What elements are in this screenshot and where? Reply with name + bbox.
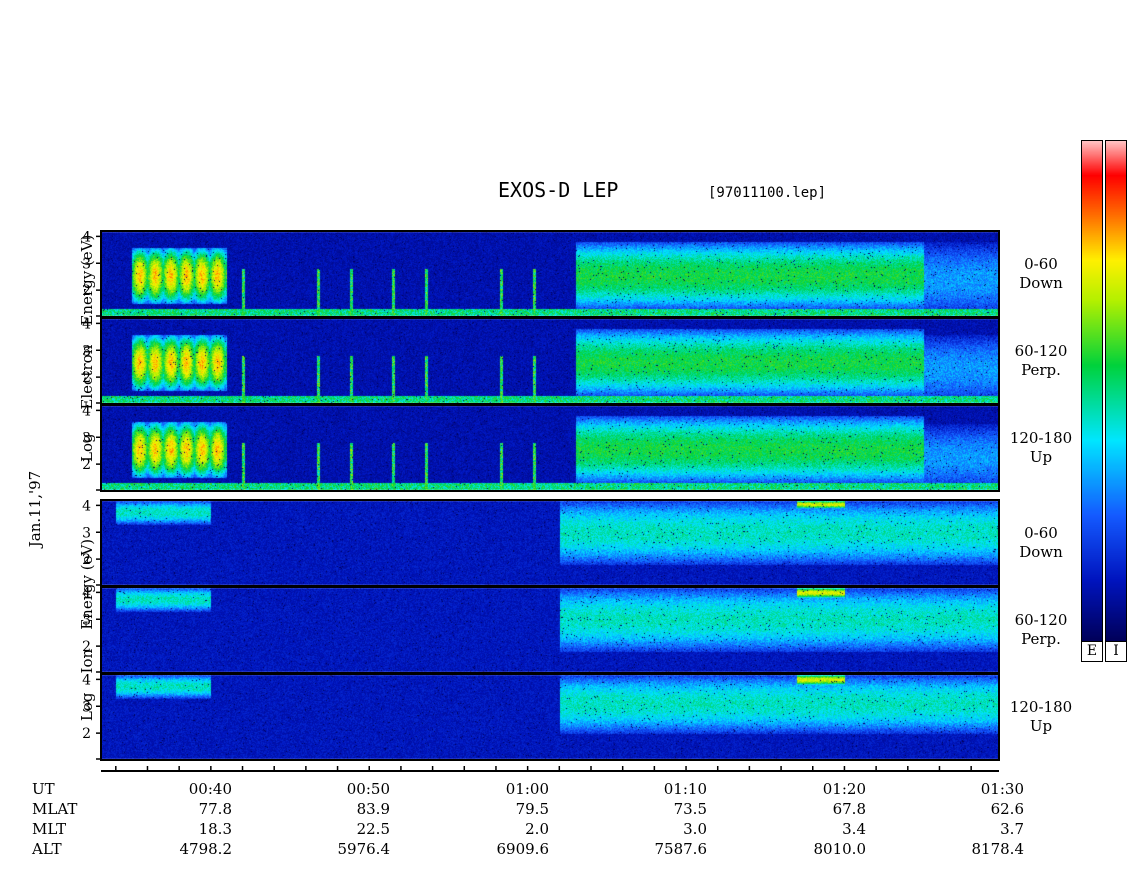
direction-label: Up [1029, 448, 1053, 466]
colorbar-label-i: I [1105, 641, 1127, 662]
ephemeris-ut-value: 01:00 [505, 780, 549, 798]
ephemeris-ut-value: 01:20 [822, 780, 866, 798]
ephemeris-mlt-value: 3.7 [1000, 820, 1024, 838]
panel-label-4: 0-60 Down [1006, 524, 1076, 562]
direction-label: Perp. [1021, 630, 1061, 648]
pitch-range-label: 0-60 [1024, 255, 1058, 273]
ephemeris-mlat-value: 67.8 [832, 800, 866, 818]
alt-row-header: ALT [32, 840, 62, 858]
electron-axis-word-3: Energy [78, 270, 96, 326]
ion-axis-word-4: (eV) [78, 538, 96, 571]
ephemeris-alt-value: 4798.2 [179, 840, 233, 858]
ephemeris-alt-value: 5976.4 [337, 840, 391, 858]
ut-row-header: UT [32, 780, 55, 798]
panel-frame [100, 404, 1000, 492]
panel-frame [100, 317, 1000, 405]
ephemeris-ut-value: 00:40 [188, 780, 232, 798]
ephemeris-mlt-value: 2.0 [525, 820, 549, 838]
ephemeris-alt-value: 8178.4 [971, 840, 1025, 858]
colorbar-label-e: E [1081, 641, 1103, 662]
ephemeris-alt-value: 6909.6 [496, 840, 550, 858]
ephemeris-mlt-value: 3.0 [683, 820, 707, 838]
ephemeris-ut-value: 00:50 [346, 780, 390, 798]
direction-label: Up [1029, 717, 1053, 735]
pitch-range-label: 60-120 [1014, 611, 1068, 629]
ephemeris-ut-value: 01:10 [663, 780, 707, 798]
y-tick-label: 4 [82, 498, 91, 514]
ephemeris-mlt-value: 22.5 [356, 820, 390, 838]
electron-axis-word-4: (eV) [78, 234, 96, 267]
mlt-row-header: MLT [32, 820, 67, 838]
panel-label-5: 60-120 Perp. [1006, 611, 1076, 649]
panel-label-6: 120-180 Up [1006, 698, 1076, 736]
ephemeris-mlat-value: 83.9 [356, 800, 390, 818]
panel-frame [100, 673, 1000, 761]
ephemeris-alt-value: 8010.0 [813, 840, 867, 858]
electron-axis-label: Log Electron Energy (eV) [78, 235, 96, 462]
date-label: Jan.11,'97 [26, 470, 44, 548]
ephemeris-mlat-value: 77.8 [198, 800, 232, 818]
ion-colorbar [1105, 140, 1127, 642]
ion-axis-word-3: Energy [78, 575, 96, 630]
panel-frame [100, 586, 1000, 674]
ephemeris-mlat-value: 73.5 [673, 800, 707, 818]
panel-label-1: 0-60 Down [1006, 255, 1076, 293]
direction-label: Perp. [1021, 361, 1061, 379]
ephemeris-mlat-value: 62.6 [990, 800, 1024, 818]
panel-frame [100, 230, 1000, 318]
ephemeris-alt-value: 7587.6 [654, 840, 708, 858]
spectrogram-axes: 234234234234234234 [82, 229, 1000, 772]
pitch-range-label: 60-120 [1014, 342, 1068, 360]
electron-axis-word-1: Log [78, 433, 96, 462]
pitch-range-label: 0-60 [1024, 524, 1058, 542]
panel-label-3: 120-180 Up [1006, 429, 1076, 467]
ephemeris-mlt-value: 18.3 [198, 820, 232, 838]
mlat-row-header: MLAT [32, 800, 78, 818]
ephemeris-mlt-value: 3.4 [842, 820, 866, 838]
ion-axis-label: Log Ion Energy (eV) [78, 535, 96, 725]
direction-label: Down [1019, 543, 1063, 561]
electron-colorbar [1081, 140, 1103, 642]
direction-label: Down [1019, 274, 1063, 292]
pitch-range-label: 120-180 [1009, 698, 1073, 716]
pitch-range-label: 120-180 [1009, 429, 1073, 447]
panel-label-2: 60-120 Perp. [1006, 342, 1076, 380]
y-tick-label: 2 [82, 726, 91, 742]
ion-axis-word-2: Ion [78, 648, 96, 674]
ephemeris-ut-value: 01:30 [980, 780, 1024, 798]
panel-frame [100, 499, 1000, 587]
ephemeris-mlat-value: 79.5 [515, 800, 549, 818]
electron-axis-word-2: Electron [78, 344, 96, 410]
ion-axis-word-1: Log [78, 692, 96, 722]
